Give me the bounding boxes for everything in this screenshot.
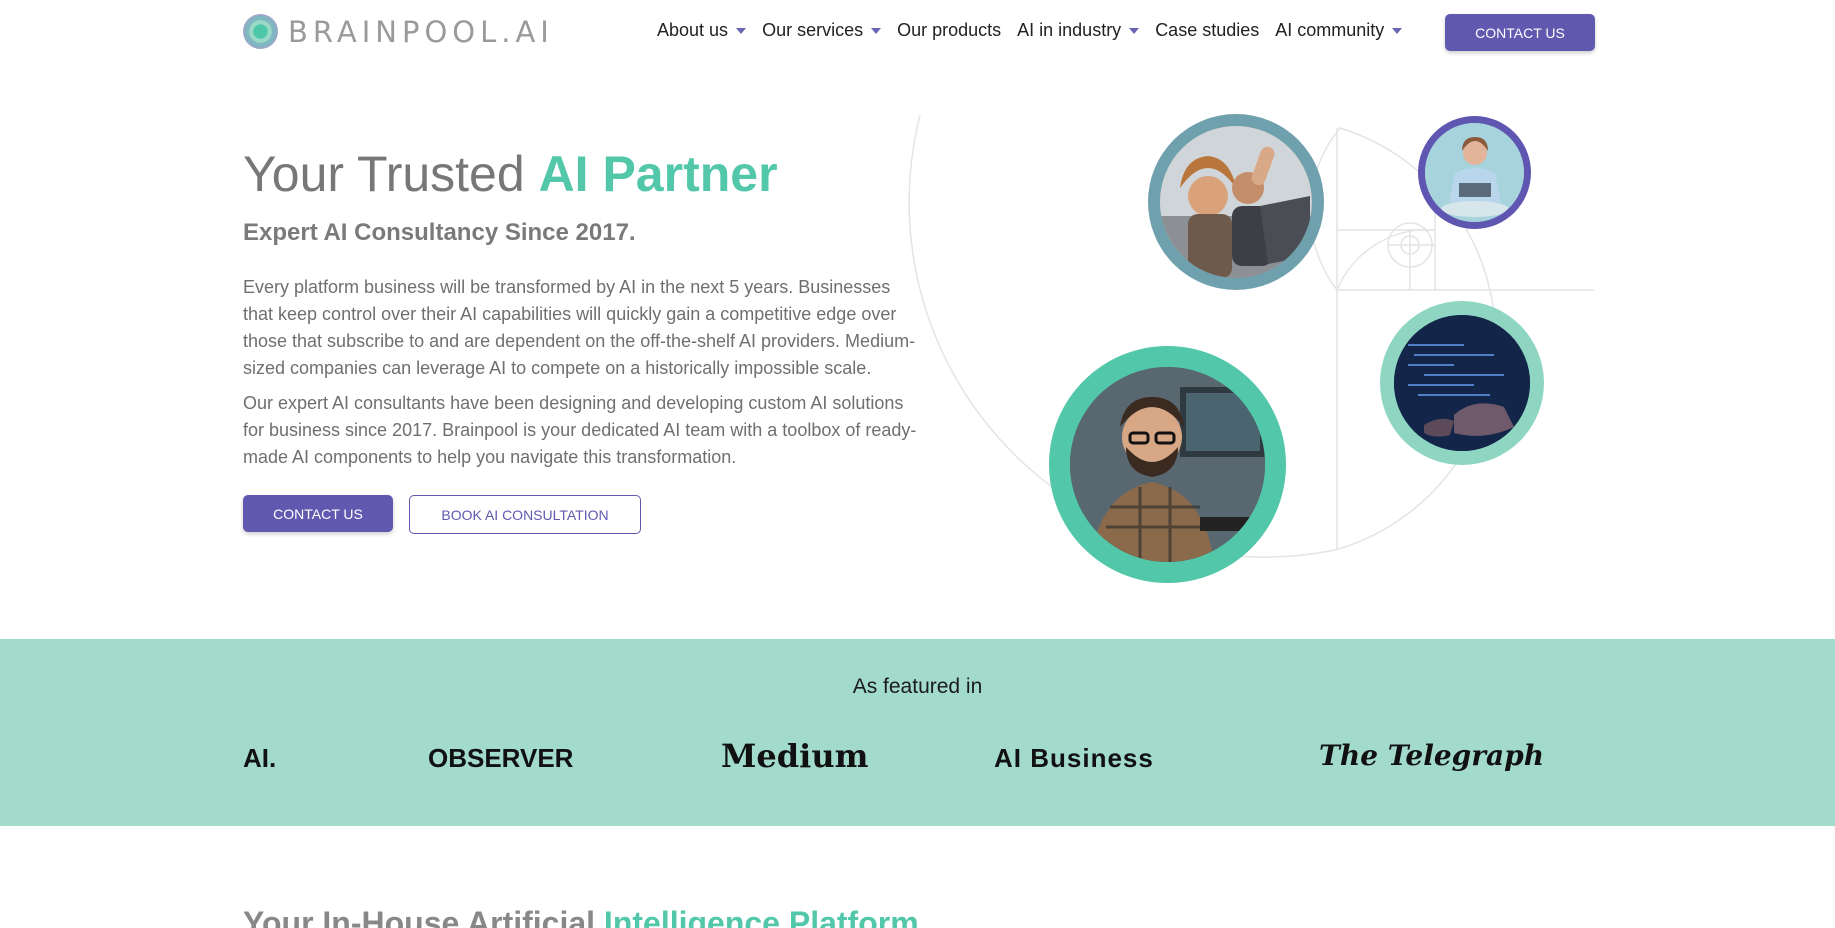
nav-item-label: AI community bbox=[1275, 20, 1385, 40]
hero-title-main: Your Trusted bbox=[243, 146, 539, 202]
hero-title-accent: AI Partner bbox=[538, 146, 778, 202]
featured-title: As featured in bbox=[852, 675, 983, 698]
nav-item-label: AI in industry bbox=[1017, 20, 1122, 40]
top-navigation: BRAINPOOL.AI About us Our services Our p… bbox=[0, 0, 1835, 64]
book-consultation-button[interactable]: BOOK AI CONSULTATION bbox=[409, 495, 641, 534]
brand-name: BRAINPOOL.AI bbox=[288, 14, 554, 49]
nav-item-label: Case studies bbox=[1155, 20, 1260, 40]
hero-subtitle: Expert AI Consultancy Since 2017. bbox=[243, 219, 636, 246]
caret-down-icon bbox=[736, 27, 747, 34]
nav-contact-button[interactable]: CONTACT US bbox=[1445, 14, 1595, 51]
brand-logo[interactable]: BRAINPOOL.AI bbox=[243, 14, 554, 49]
hero-title: Your Trusted AI Partner bbox=[243, 145, 778, 203]
nav-item-our-services[interactable]: Our services bbox=[762, 20, 882, 41]
hero-contact-button[interactable]: CONTACT US bbox=[243, 495, 393, 532]
platform-title-main: Your In-House Artificial bbox=[243, 905, 604, 928]
hero-paragraph-2: Our expert AI consultants have been desi… bbox=[243, 393, 917, 467]
coding-hands-photo bbox=[1380, 301, 1544, 465]
nav-item-label: Our products bbox=[897, 20, 1002, 40]
featured-in-section: As featured in AI. OBSERVER Medium AI Bu… bbox=[0, 639, 1835, 826]
nav-item-case-studies[interactable]: Case studies bbox=[1155, 20, 1259, 41]
caret-down-icon bbox=[1129, 27, 1140, 34]
nav-item-our-products[interactable]: Our products bbox=[897, 20, 1001, 41]
hero-illustration bbox=[900, 100, 1620, 600]
logo-mark-icon bbox=[243, 14, 278, 49]
medium-logo: Medium bbox=[721, 737, 869, 775]
ai-business-logo: AI Business bbox=[994, 743, 1154, 773]
platform-section-title: Your In-House Artificial Intelligence Pl… bbox=[243, 905, 919, 928]
platform-title-accent: Intelligence Platform bbox=[603, 905, 919, 928]
nav-item-ai-community[interactable]: AI community bbox=[1275, 20, 1403, 41]
nav-item-ai-in-industry[interactable]: AI in industry bbox=[1017, 20, 1140, 41]
team-high-five-photo bbox=[1148, 114, 1324, 290]
nav-item-about-us[interactable]: About us bbox=[657, 20, 747, 41]
smiling-developer-photo bbox=[1049, 346, 1286, 583]
hero-paragraph-1: Every platform business will be transfor… bbox=[243, 277, 916, 378]
woman-with-laptop-photo bbox=[1418, 116, 1531, 229]
telegraph-logo: The Telegraph bbox=[1319, 739, 1545, 772]
caret-down-icon bbox=[1392, 27, 1403, 34]
caret-down-icon bbox=[871, 27, 882, 34]
ai-magazine-logo: AI. bbox=[243, 743, 277, 773]
observer-logo: OBSERVER bbox=[428, 743, 574, 773]
nav-item-label: Our services bbox=[762, 20, 864, 40]
main-menu: About us Our services Our products AI in… bbox=[657, 20, 1418, 41]
nav-item-label: About us bbox=[657, 20, 729, 40]
